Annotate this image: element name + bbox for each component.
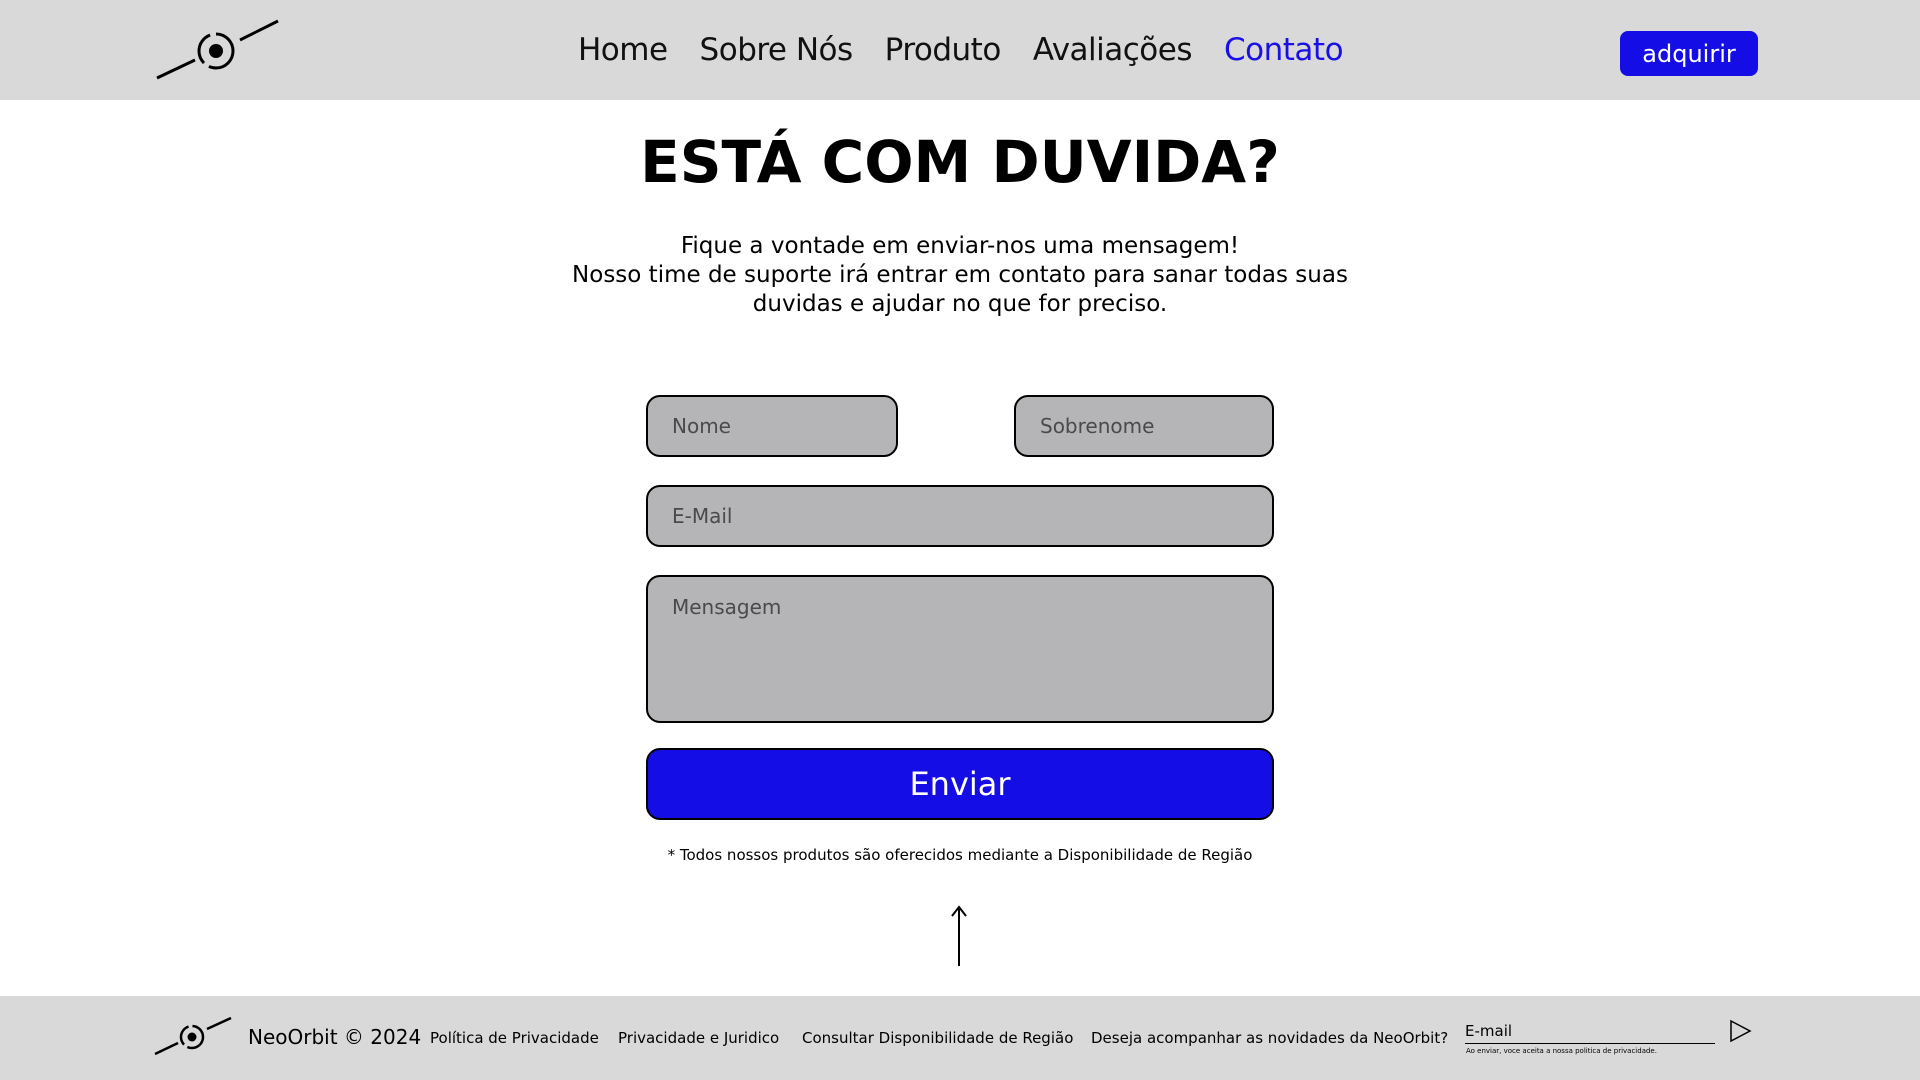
header: Home Sobre Nós Produto Avaliações Contat… [0, 0, 1920, 100]
last-name-input[interactable] [1014, 395, 1274, 457]
subtitle-line: duvidas e ajudar no que for preciso. [752, 291, 1168, 317]
page-title: ESTÁ COM DUVIDA? [640, 128, 1280, 196]
newsletter-fine-print: Ao enviar, voce aceita a nossa politica … [1466, 1047, 1657, 1055]
newsletter-question: Deseja acompanhar as novidades da NeoOrb… [1091, 1029, 1449, 1047]
arrow-up-icon[interactable] [950, 904, 968, 968]
buy-button[interactable]: adquirir [1620, 31, 1758, 76]
nav-contato[interactable]: Contato [1224, 32, 1344, 68]
main-nav: Home Sobre Nós Produto Avaliações Contat… [578, 28, 1375, 72]
message-textarea[interactable] [646, 575, 1274, 723]
email-input[interactable] [646, 485, 1274, 547]
nav-avaliacoes[interactable]: Avaliações [1033, 32, 1193, 68]
subtitle-line: Nosso time de suporte irá entrar em cont… [572, 262, 1348, 288]
newsletter-email-underline [1465, 1043, 1715, 1044]
nav-home[interactable]: Home [578, 32, 668, 68]
footer-link-region-availability[interactable]: Consultar Disponibilidade de Região [802, 1029, 1073, 1047]
nav-sobre-nos[interactable]: Sobre Nós [700, 32, 854, 68]
first-name-input[interactable] [646, 395, 898, 457]
newsletter-email-field[interactable]: E-mail [1465, 1022, 1512, 1040]
submit-button[interactable]: Enviar [646, 748, 1274, 820]
orbit-logo-icon[interactable] [155, 18, 281, 82]
nav-produto[interactable]: Produto [885, 32, 1002, 68]
footer-link-privacy-policy[interactable]: Política de Privacidade [430, 1029, 599, 1047]
page-subtitle: Fique a vontade em enviar-nos uma mensag… [460, 232, 1460, 319]
orbit-logo-icon[interactable] [153, 1016, 233, 1058]
availability-note: * Todos nossos produtos são oferecidos m… [667, 846, 1253, 864]
footer-brand: NeoOrbit © 2024 [248, 1025, 422, 1049]
footer-link-privacy-legal[interactable]: Privacidade e Juridico [618, 1029, 779, 1047]
send-triangle-icon[interactable] [1728, 1019, 1752, 1043]
subtitle-line: Fique a vontade em enviar-nos uma mensag… [680, 233, 1240, 259]
